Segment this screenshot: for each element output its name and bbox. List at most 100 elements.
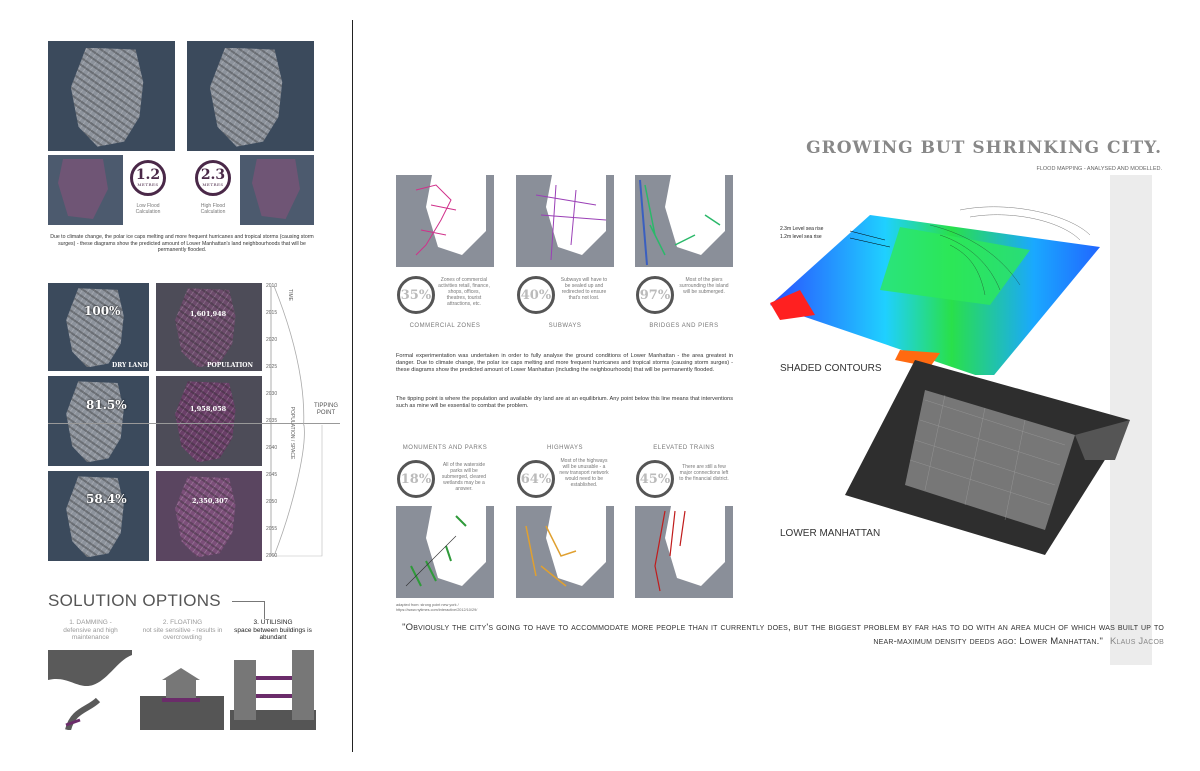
source-note: adapted from: strong point new york / ht…	[396, 603, 478, 612]
high-flood-circle: 2.3 METRES	[195, 160, 231, 196]
high-flood-label: High Flood Calculation	[187, 203, 239, 215]
bridges-category: BRIDGES AND PIERS	[649, 323, 719, 329]
trains-pct: 45%	[639, 471, 671, 487]
population-value-3: 2,350,307	[192, 497, 229, 505]
year-2055: 2055	[266, 526, 278, 532]
year-2025: 2025	[266, 364, 278, 370]
population-value-2: 1,958,058	[190, 405, 227, 413]
low-flood-label-2: Calculation	[135, 209, 161, 215]
year-2030: 2030	[266, 391, 278, 397]
bridges-desc: Most of the piers surrounding the island…	[679, 277, 729, 295]
low-flood-unit: METRES	[137, 182, 159, 187]
utilising-diagram	[230, 650, 316, 730]
quote-text: "Obviously the city's going to have to a…	[402, 622, 1164, 647]
dry-land-value-3: 58.4%	[86, 492, 127, 506]
page-subtitle: FLOOD MAPPING - ANALYSED AND MODELLED.	[1036, 166, 1162, 172]
solution-2-title: 2. FLOATING	[162, 619, 203, 626]
highways-pct: 64%	[520, 471, 552, 487]
dry-land-map-3	[48, 471, 149, 561]
monuments-desc: All of the waterside parks will be subme…	[441, 462, 487, 492]
lower-manhattan-model	[845, 360, 1130, 555]
commercial-desc: Zones of commercial activities retail, f…	[438, 277, 490, 307]
quote-author: Klaus Jacob	[1109, 636, 1164, 647]
population-map-1	[156, 283, 262, 371]
solution-3-title: 3. UTILISING	[253, 619, 293, 626]
dry-land-value-2: 81.5%	[86, 398, 127, 412]
population-value-1: 1,601,948	[190, 310, 227, 318]
commercial-pct: 35%	[400, 287, 432, 303]
year-2010: 2010	[266, 283, 278, 289]
flood-map-low	[48, 41, 175, 151]
commercial-map	[396, 175, 494, 267]
panel-divider	[352, 20, 353, 752]
solution-bracket	[264, 601, 265, 619]
low-flood-value: 1.2	[135, 167, 161, 183]
commercial-ring: 35%	[397, 276, 435, 314]
low-flood-label: Low Flood Calculation	[122, 203, 174, 215]
solution-1-desc: defensive and high maintenance	[63, 626, 118, 642]
subways-ring: 40%	[517, 276, 555, 314]
year-2050: 2050	[266, 499, 278, 505]
solution-2: 2. FLOATING not site sensitive - results…	[140, 619, 225, 642]
bridges-map	[635, 175, 733, 267]
monuments-category: MONUMENTS AND PARKS	[402, 445, 488, 451]
zone-map-high	[240, 155, 314, 225]
year-2015: 2015	[266, 310, 278, 316]
monuments-ring: 18%	[397, 460, 435, 498]
highways-desc: Most of the highways will be unusable - …	[559, 458, 609, 488]
solution-title: SOLUTION OPTIONS	[48, 591, 221, 610]
dry-land-map-1	[48, 283, 149, 371]
subways-category: SUBWAYS	[548, 323, 582, 329]
page-title: GROWING BUT SHRINKING CITY.	[806, 138, 1162, 158]
solution-2-desc: not site sensitive - results in overcrow…	[142, 626, 223, 642]
monuments-map	[396, 506, 494, 598]
high-flood-value: 2.3	[200, 167, 226, 183]
highways-ring: 64%	[517, 460, 555, 498]
monuments-pct: 18%	[400, 471, 432, 487]
high-flood-unit: METRES	[202, 182, 224, 187]
year-2045: 2045	[266, 472, 278, 478]
solution-3: 3. UTILISING space between buildings is …	[230, 619, 316, 642]
low-flood-circle: 1.2 METRES	[130, 160, 166, 196]
intro-text: Due to climate change, the polar ice cap…	[50, 234, 314, 253]
paragraph-1: Formal experimentation was undertaken in…	[396, 353, 733, 373]
population-map-2	[156, 376, 262, 466]
solution-1: 1. DAMMING - defensive and high maintena…	[48, 619, 133, 642]
lower-manhattan-label: LOWER MANHATTAN	[780, 528, 881, 539]
trains-desc: There are still a few major connections …	[679, 464, 729, 482]
population-map-3	[156, 471, 262, 561]
floating-diagram	[140, 650, 224, 730]
dry-land-caption: DRY LAND	[112, 362, 148, 369]
highways-map	[516, 506, 614, 598]
year-2020: 2020	[266, 337, 278, 343]
solution-title-rule	[232, 601, 264, 602]
damming-diagram	[48, 650, 132, 730]
trains-category: ELEVATED TRAINS	[653, 445, 715, 451]
commercial-category: COMMERCIAL ZONES	[409, 323, 481, 329]
bridges-ring: 97%	[636, 276, 674, 314]
solution-1-title: 1. DAMMING -	[69, 619, 112, 626]
population-caption: POPULATION	[207, 362, 254, 369]
subways-map	[516, 175, 614, 267]
legend-1-2m: 1.2m level sea rise	[780, 234, 822, 240]
axis-time-label: TIME	[286, 289, 293, 301]
legend-2-3m: 2.3m Level sea rise	[780, 226, 824, 232]
dry-land-map-2	[48, 376, 149, 466]
paragraph-2: The tipping point is where the populatio…	[396, 396, 733, 409]
quote-block: "Obviously the city's going to have to a…	[396, 621, 1164, 649]
axis-population-label: POPULATION / SPACE	[289, 406, 295, 460]
subways-pct: 40%	[520, 287, 552, 303]
year-2060: 2060	[266, 553, 278, 559]
subways-desc: Subways will have to be sealed up and re…	[560, 277, 608, 301]
high-flood-label-2: Calculation	[200, 209, 226, 215]
solution-3-desc: space between buildings is abundant	[234, 626, 312, 642]
year-2035: 2035	[266, 418, 278, 424]
zone-map-low	[48, 155, 123, 225]
trains-ring: 45%	[636, 460, 674, 498]
dry-land-value-1: 100%	[84, 304, 121, 318]
trains-map	[635, 506, 733, 598]
year-2040: 2040	[266, 445, 278, 451]
bridges-pct: 97%	[639, 287, 671, 303]
shaded-contours-model	[770, 206, 1100, 375]
highways-category: HIGHWAYS	[546, 445, 583, 451]
